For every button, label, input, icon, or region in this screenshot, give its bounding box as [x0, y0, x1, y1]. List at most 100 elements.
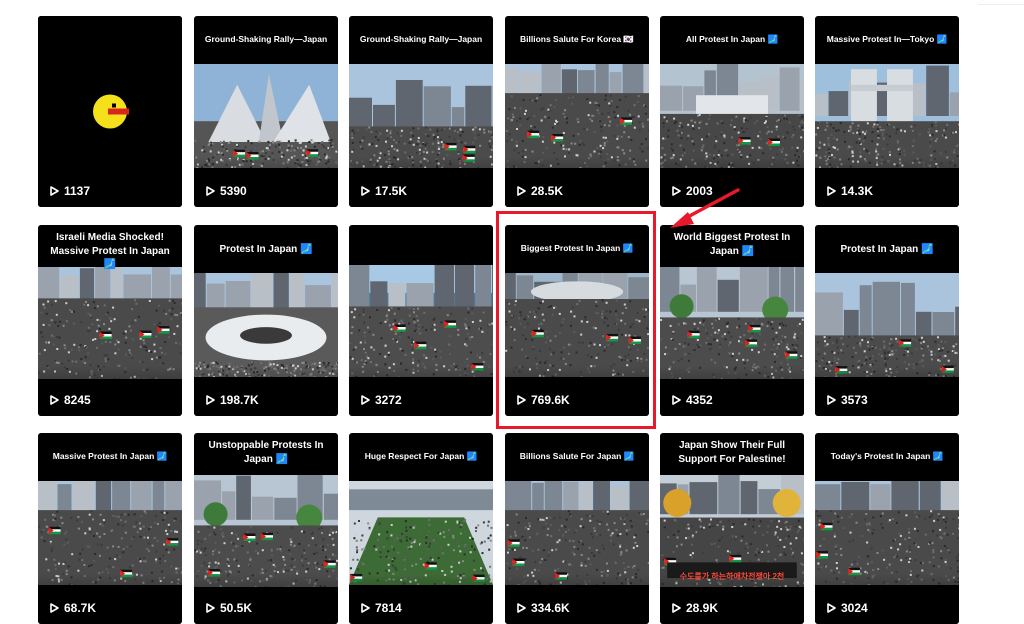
view-count: 769.6K	[517, 393, 570, 407]
video-card[interactable]: World Biggest Protest In Japan 🗾 4352	[660, 225, 804, 416]
video-title: World Biggest Protest In Japan 🗾	[668, 231, 796, 258]
play-icon	[361, 395, 370, 405]
view-count: 14.3K	[827, 184, 873, 198]
view-count: 8245	[50, 393, 91, 407]
play-icon	[361, 186, 370, 196]
view-count-label: 769.6K	[531, 393, 570, 407]
view-count-label: 50.5K	[220, 601, 252, 615]
play-icon	[672, 186, 681, 196]
video-card[interactable]: All Protest In Japan 🗾2003	[660, 16, 804, 207]
bottom-gradient	[815, 157, 959, 207]
play-icon	[206, 395, 215, 405]
play-icon	[50, 395, 59, 405]
view-count-label: 68.7K	[64, 601, 96, 615]
view-count: 198.7K	[206, 393, 259, 407]
video-title: Huge Respect For Japan 🗾	[357, 451, 485, 462]
video-card[interactable]: 1137	[38, 16, 182, 207]
view-count: 50.5K	[206, 601, 252, 615]
video-card[interactable]: Billions Salute For Japan 🗾334.6K	[505, 433, 649, 624]
video-title: Japan Show Their Full Support For Palest…	[668, 439, 796, 466]
video-title: Protest In Japan 🗾	[202, 243, 330, 257]
video-card[interactable]: Biggest Protest In Japan 🗾 769.6K	[505, 225, 649, 416]
bottom-gradient	[505, 574, 649, 624]
play-icon	[206, 186, 215, 196]
play-icon	[517, 603, 526, 613]
video-title: Billions Salute For Korea 🇰🇷	[513, 34, 641, 45]
view-count-label: 17.5K	[375, 184, 407, 198]
video-title: Biggest Protest In Japan 🗾	[513, 243, 641, 254]
view-count-label: 28.9K	[686, 601, 718, 615]
bottom-gradient	[38, 157, 182, 207]
view-count-label: 8245	[64, 393, 91, 407]
view-count-label: 4352	[686, 393, 713, 407]
video-card[interactable]: Protest In Japan 🗾 198.7K	[194, 225, 338, 416]
play-icon	[50, 186, 59, 196]
view-count: 68.7K	[50, 601, 96, 615]
view-count: 3573	[827, 393, 868, 407]
view-count-label: 3272	[375, 393, 402, 407]
view-count-label: 28.5K	[531, 184, 563, 198]
bottom-gradient	[815, 366, 959, 416]
view-count-label: 14.3K	[841, 184, 873, 198]
video-title: Unstoppable Protests In Japan 🗾	[202, 439, 330, 466]
video-card[interactable]: Billions Salute For Korea 🇰🇷 28.5K	[505, 16, 649, 207]
video-title: Massive Protest In—Tokyo 🗾	[823, 34, 951, 45]
view-count-label: 3024	[841, 601, 868, 615]
bottom-gradient	[194, 366, 338, 416]
bottom-gradient	[505, 366, 649, 416]
video-card[interactable]: Huge Respect For Japan 🗾 7814	[349, 433, 493, 624]
bottom-gradient	[349, 574, 493, 624]
video-card[interactable]: Unstoppable Protests In Japan 🗾 50.5K	[194, 433, 338, 624]
play-icon	[361, 603, 370, 613]
video-card[interactable]: Ground-Shaking Rally—Japan 5390	[194, 16, 338, 207]
video-card[interactable]: Massive Protest In—Tokyo 🗾 14.3K	[815, 16, 959, 207]
bottom-gradient	[660, 366, 804, 416]
view-count: 4352	[672, 393, 713, 407]
play-icon	[827, 186, 836, 196]
video-card[interactable]: Ground-Shaking Rally—Japan 17.5K	[349, 16, 493, 207]
play-icon	[50, 603, 59, 613]
bottom-gradient	[194, 574, 338, 624]
video-title: Ground-Shaking Rally—Japan	[202, 34, 330, 45]
bottom-gradient	[194, 157, 338, 207]
play-icon	[517, 186, 526, 196]
play-icon	[827, 395, 836, 405]
bottom-gradient	[815, 574, 959, 624]
bottom-gradient	[349, 157, 493, 207]
video-title: Protest In Japan 🗾	[823, 243, 951, 257]
video-card[interactable]: Massive Protest In Japan 🗾 68.7K	[38, 433, 182, 624]
view-count-label: 3573	[841, 393, 868, 407]
video-card[interactable]: 3272	[349, 225, 493, 416]
view-count: 7814	[361, 601, 402, 615]
video-title: Israeli Media Shocked! Massive Protest I…	[46, 231, 174, 272]
video-thumbnail	[349, 265, 493, 382]
play-icon	[517, 395, 526, 405]
view-count-label: 1137	[64, 184, 90, 198]
view-count-label: 5390	[220, 184, 247, 198]
play-icon	[672, 603, 681, 613]
video-card[interactable]: Israeli Media Shocked! Massive Protest I…	[38, 225, 182, 416]
video-grid: 1137 Ground-Shaking Rally—Japan 5390 Grou…	[0, 0, 1024, 616]
view-count-label: 7814	[375, 601, 402, 615]
video-card[interactable]: 수도를가 하는하애차전쟁아 2천Japan Show Their Full Su…	[660, 433, 804, 624]
view-count-label: 198.7K	[220, 393, 259, 407]
view-count-label: 2003	[686, 184, 713, 198]
bottom-gradient	[349, 366, 493, 416]
view-count: 2003	[672, 184, 713, 198]
bottom-gradient	[38, 574, 182, 624]
play-icon	[827, 603, 836, 613]
video-title: Ground-Shaking Rally—Japan	[357, 34, 485, 45]
view-count: 3272	[361, 393, 402, 407]
view-count: 28.9K	[672, 601, 718, 615]
bottom-gradient	[38, 366, 182, 416]
play-icon	[206, 603, 215, 613]
video-card[interactable]: Protest In Japan 🗾 3573	[815, 225, 959, 416]
play-icon	[672, 395, 681, 405]
view-count: 1137	[50, 184, 90, 198]
view-count-label: 334.6K	[531, 601, 570, 615]
video-card[interactable]: Today's Protest In Japan 🗾 3024	[815, 433, 959, 624]
video-title: Massive Protest In Japan 🗾	[46, 451, 174, 462]
view-count: 334.6K	[517, 601, 570, 615]
bottom-gradient	[660, 574, 804, 624]
video-title: Today's Protest In Japan 🗾	[823, 451, 951, 462]
